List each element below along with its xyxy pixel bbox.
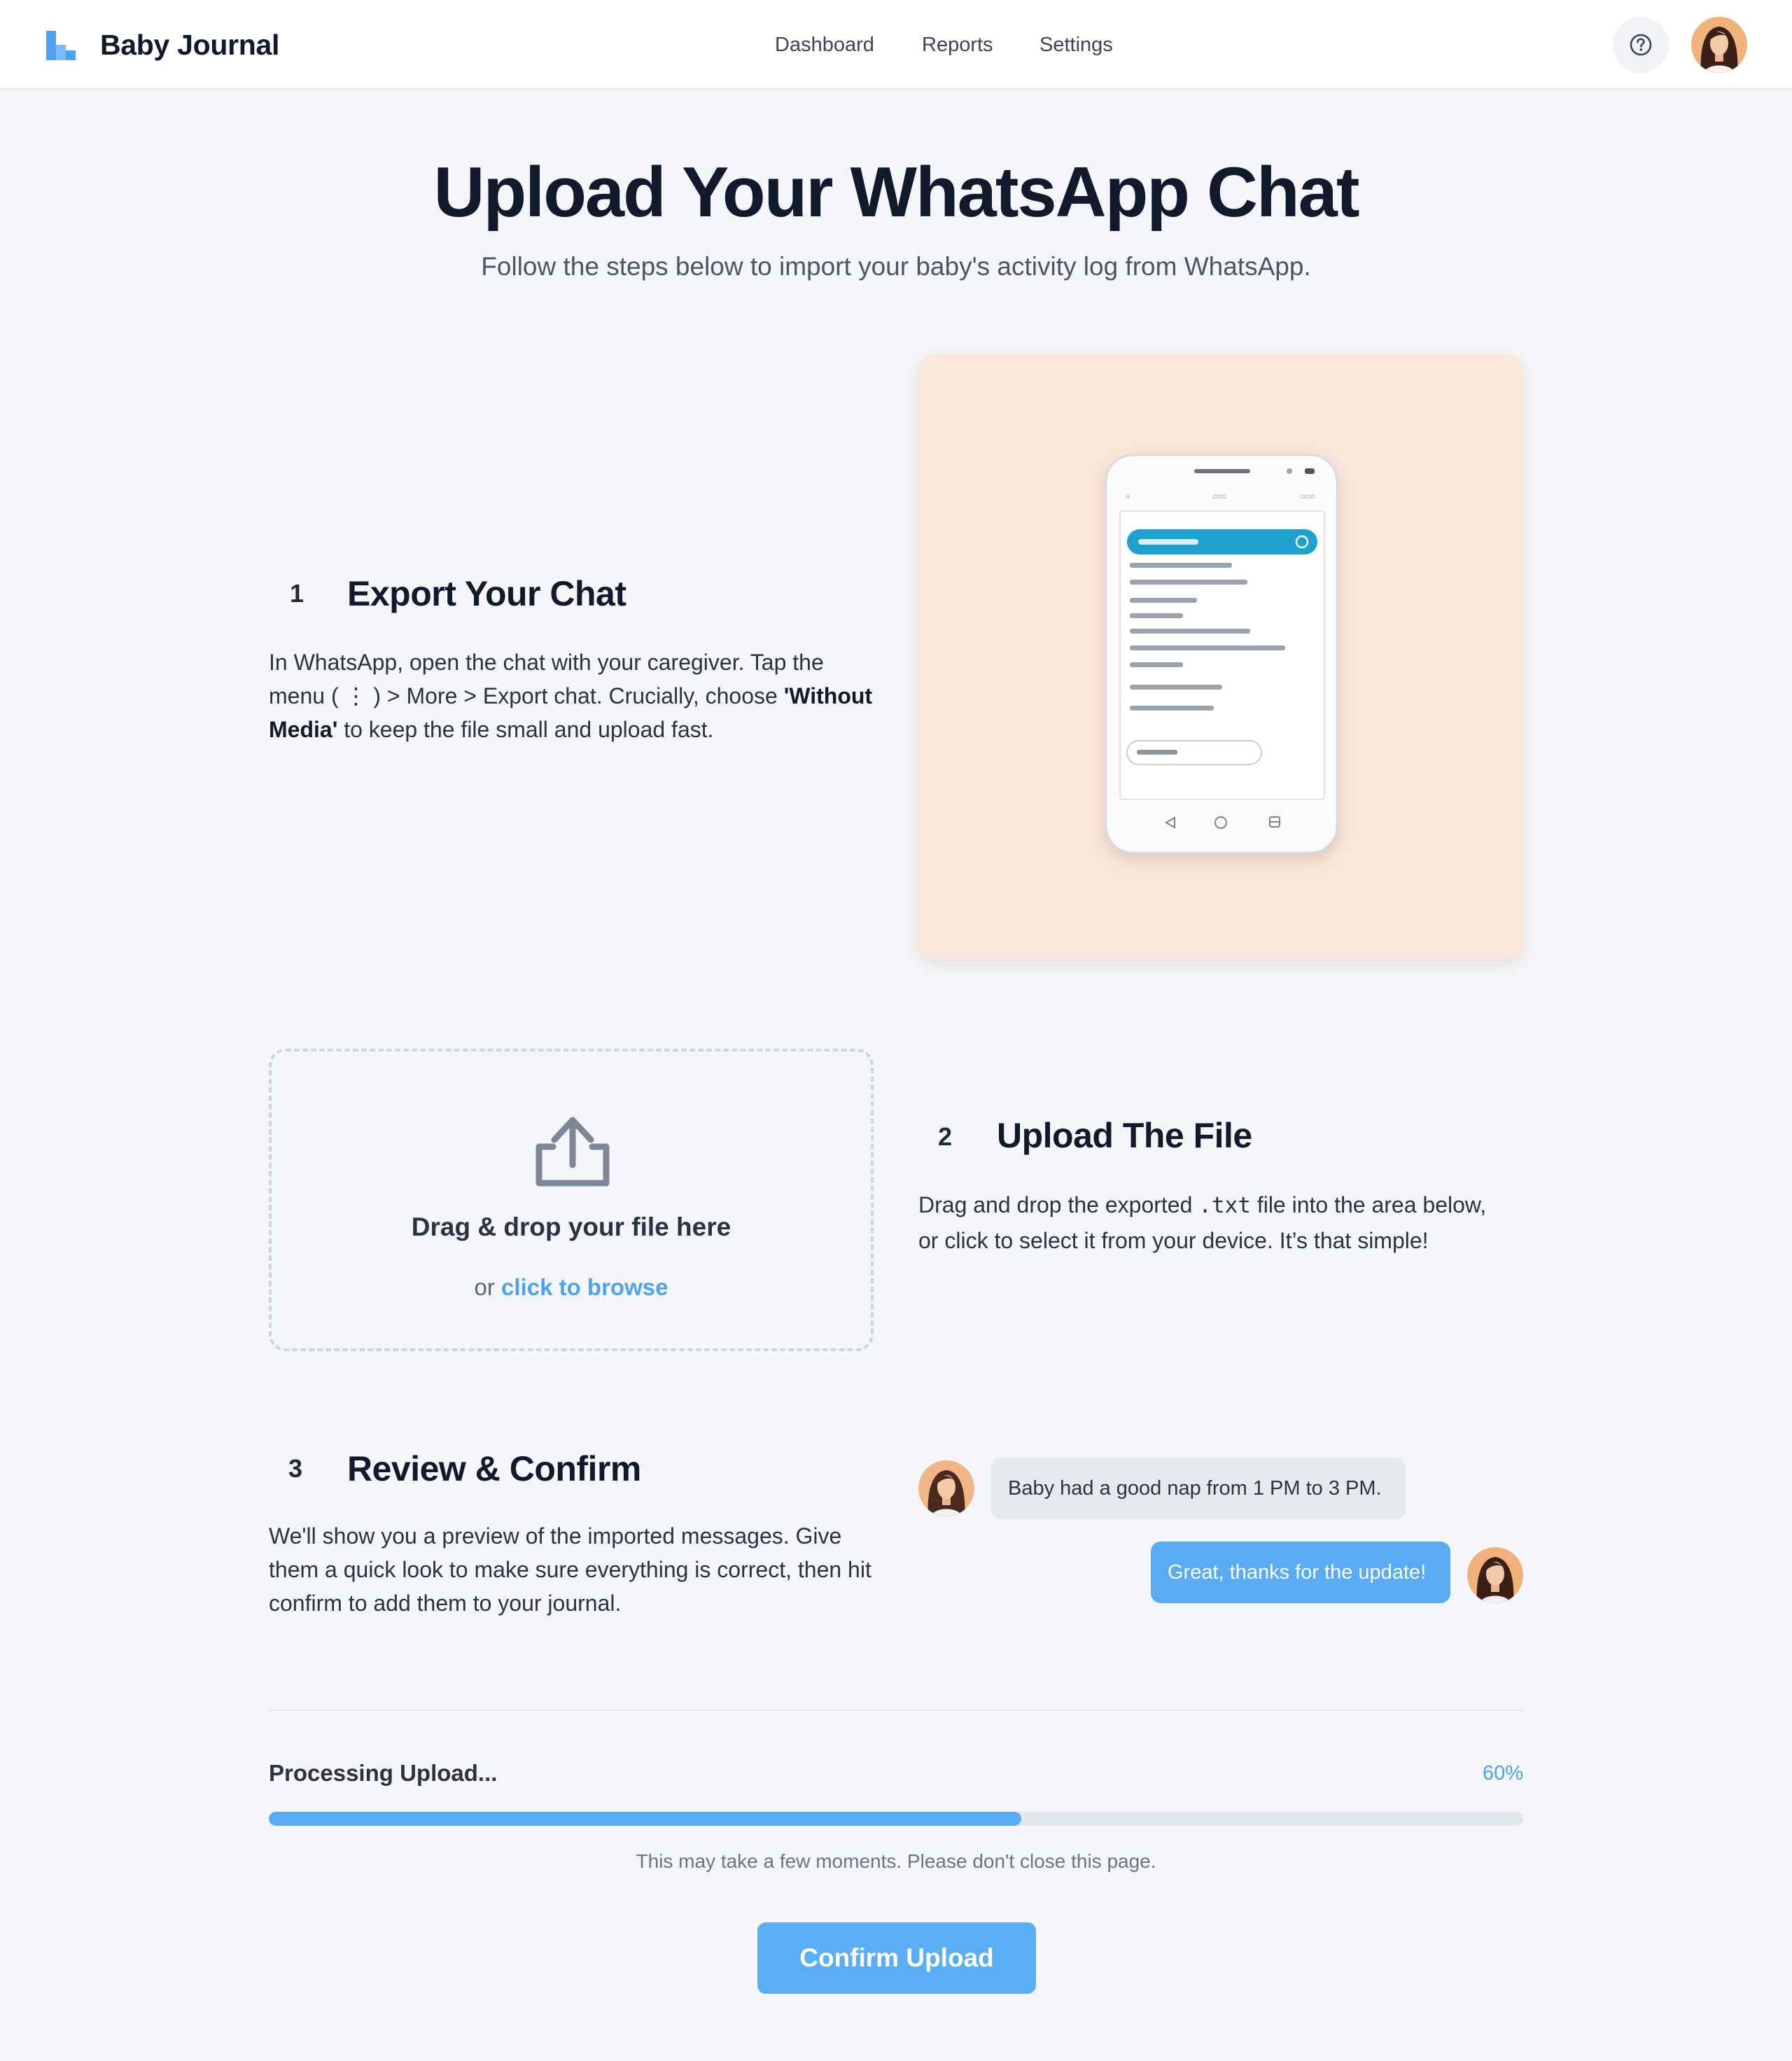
svg-text:▫▫▫: ▫▫▫: [1212, 493, 1226, 501]
user-avatar[interactable]: [1691, 17, 1747, 73]
nav-dashboard[interactable]: Dashboard: [775, 31, 874, 59]
step-1-number: 1: [290, 579, 304, 608]
progress-bar-fill: [269, 1812, 1022, 1826]
top-nav-bar: Baby Journal Dashboard Reports Settings: [0, 0, 1792, 90]
svg-text:ıı: ıı: [1126, 493, 1130, 501]
help-button[interactable]: [1613, 17, 1669, 73]
confirm-upload-button[interactable]: Confirm Upload: [757, 1922, 1036, 1994]
browse-link[interactable]: click to browse: [501, 1274, 668, 1300]
step-1-title: Export Your Chat: [347, 574, 626, 613]
page-subtitle: Follow the steps below to import your ba…: [481, 252, 1311, 281]
step-2-title: Upload The File: [997, 1116, 1252, 1155]
page-title: Upload Your WhatsApp Chat: [433, 153, 1360, 232]
progress-percent: 60%: [1482, 1762, 1523, 1784]
user-chat-avatar: [1467, 1547, 1523, 1603]
nav-reports[interactable]: Reports: [922, 31, 993, 59]
step-3-title: Review & Confirm: [347, 1449, 641, 1488]
step-3-description: We'll show you a preview of the imported…: [269, 1523, 872, 1616]
dropzone-subtitle: or click to browse: [474, 1274, 668, 1300]
progress-label: Processing Upload...: [269, 1760, 498, 1786]
step-3-number: 3: [288, 1454, 303, 1483]
brand-name[interactable]: Baby Journal: [100, 27, 279, 63]
svg-text:▫▫▫: ▫▫▫: [1301, 493, 1315, 501]
caregiver-avatar: [918, 1460, 974, 1516]
question-circle-icon: [1630, 34, 1652, 56]
upload-tray-icon: [536, 1117, 610, 1187]
file-dropzone[interactable]: Drag & drop your file here or click to b…: [269, 1049, 874, 1351]
step-2-description: Drag and drop the exported .txt file int…: [918, 1192, 1487, 1253]
bar-logo-icon[interactable]: [46, 31, 76, 60]
step-1-description: In WhatsApp, open the chat with your car…: [269, 650, 873, 742]
progress-note: This may take a few moments. Please don'…: [636, 1850, 1156, 1872]
phone-illustration: ıı ▫▫▫ ▫▫▫: [918, 354, 1523, 959]
step-2-number: 2: [938, 1122, 953, 1151]
incoming-chat-bubble: Baby had a good nap from 1 PM to 3 PM.: [991, 1458, 1406, 1519]
nav-settings[interactable]: Settings: [1040, 31, 1113, 59]
section-divider: [269, 1710, 1523, 1711]
outgoing-chat-bubble: Great, thanks for the update!: [1151, 1542, 1450, 1603]
phone-export-icon: ıı ▫▫▫ ▫▫▫: [1105, 454, 1338, 854]
dropzone-title: Drag & drop your file here: [411, 1213, 732, 1241]
progress-bar: [269, 1812, 1523, 1826]
